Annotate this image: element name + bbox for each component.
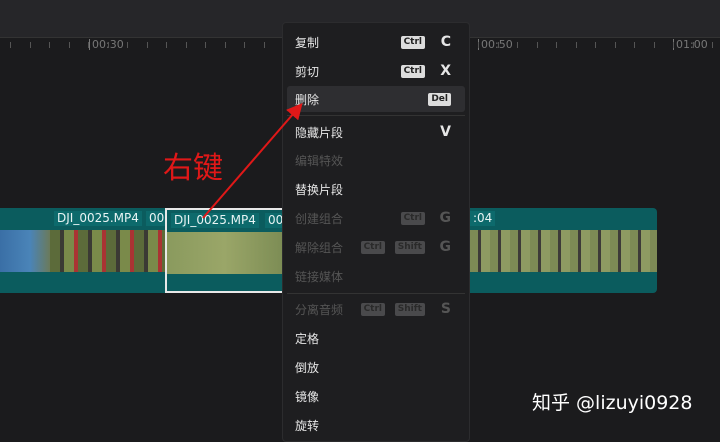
annotation-arrow bbox=[202, 102, 303, 219]
watermark: 知乎 @lizuyi0928 bbox=[532, 392, 693, 414]
